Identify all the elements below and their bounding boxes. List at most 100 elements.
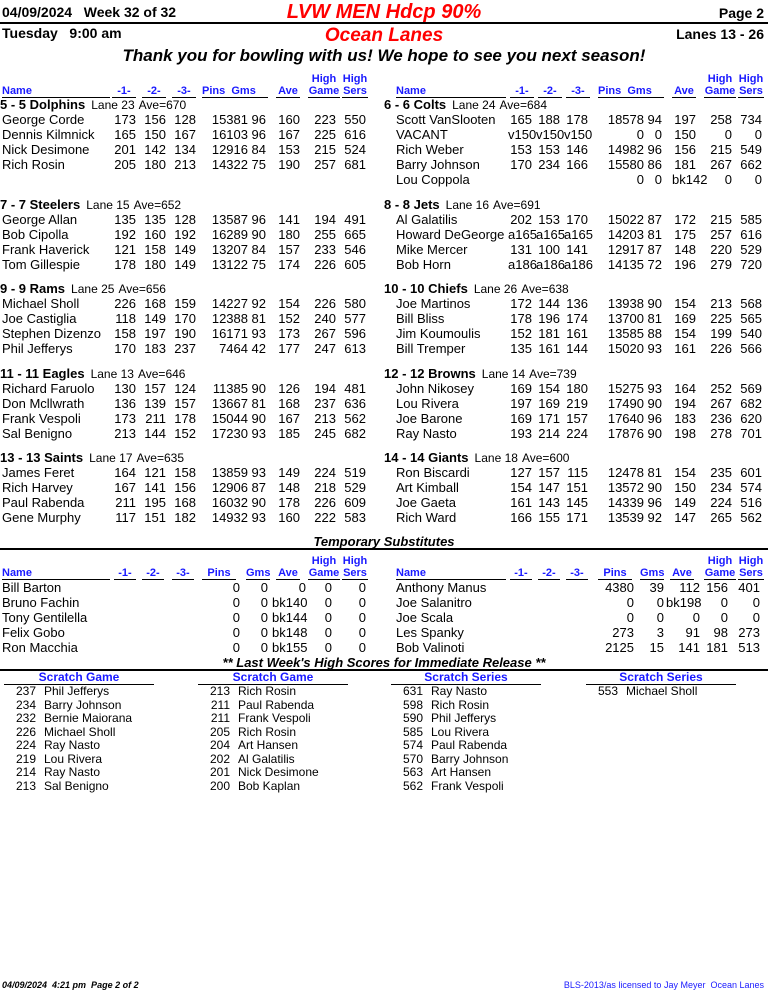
substitute-row: Bruno Fachin 0 0 bk140 0 0 [0,595,384,610]
player-game2: 197 [144,326,166,341]
column-headers-left: Name -1- -2- -3- Pins Gms Ave High Game H… [0,73,384,98]
high-score-entry: 585 Lou Rivera [387,725,577,740]
player-games: 93 [647,341,662,356]
player-game2: 171 [538,411,560,426]
player-high-series: 609 [344,495,366,510]
player-row: Rich Rosin 205 180 213 14322 75 190 257 681 [0,157,384,172]
player-games: 90 [251,227,266,242]
substitute-pins: 0 [232,625,240,640]
league-title: LVW MEN Hdcp 90% [286,1,482,23]
player-row: Bob Horn a186 a186 a186 14135 72 196 279 720 [384,257,768,272]
player-name: Bob Horn [396,257,451,272]
high-score-value: 631 [402,684,423,698]
player-high-game: 213 [314,411,336,426]
player-games: 90 [647,396,662,411]
substitutes-title: Temporary Substitutes [313,534,455,549]
high-score-value: 214 [15,765,36,779]
substitute-name: Bill Barton [2,580,62,595]
player-name: Bill Bliss [396,311,445,326]
player-high-game: 236 [710,411,732,426]
player-game1: 135 [114,212,136,227]
player-pins: 13122 [211,257,248,272]
player-name: VACANT [396,127,448,142]
player-average: bk142 [672,172,708,187]
player-game3: 136 [566,296,588,311]
player-high-series: 580 [344,296,366,311]
high-score-entry: 224 Ray Nasto [0,738,190,753]
substitute-high-game: 0 [324,580,332,595]
team-average: Ave=652 [133,198,182,212]
player-average: 153 [278,142,300,157]
substitute-average: bk155 [272,640,308,655]
player-game3: 115 [567,465,588,480]
team-average: Ave=635 [136,451,185,465]
player-average: 154 [674,465,696,480]
player-high-series: 577 [344,311,366,326]
player-pins: 12388 [211,311,248,326]
col-high-label: High [342,555,368,567]
player-high-game: 215 [314,142,336,157]
player-game3: 124 [174,381,196,396]
player-games: 42 [251,341,266,356]
player-average: 177 [278,341,300,356]
player-average: 196 [674,257,696,272]
substitute-high-series: 0 [358,625,366,640]
high-score-value: 200 [209,778,230,793]
player-high-game: 223 [314,112,336,127]
team-name: 8 - 8 Jets [384,197,440,212]
player-average: 172 [674,212,696,227]
player-name: Scott VanSlooten [396,112,496,127]
player-row: Mike Mercer 131 100 141 12917 87 148 220 529 [384,242,768,257]
player-high-game: 0 [724,127,732,142]
team-header: 11 - 11 Eagles Lane 13 Ave=646 [0,366,384,381]
player-game2: 121 [144,465,166,480]
player-average: 164 [674,381,696,396]
player-game1: 165 [114,127,136,142]
player-high-series: 568 [740,296,762,311]
player-games: 86 [647,157,662,172]
player-name: Lou Coppola [396,172,470,187]
substitute-average: 91 [685,625,700,640]
player-game3: 170 [566,212,588,227]
team-lane: Lane 23 [91,98,135,112]
high-score-value: 204 [209,738,230,752]
player-game2: 169 [538,396,560,411]
high-score-entry: 202 Al Galatilis [194,752,384,767]
player-row: Bill Bliss 178 196 174 13700 81 169 225 565 [384,311,768,326]
player-row: Ray Nasto 193 214 224 17876 90 198 278 701 [384,426,768,441]
high-score-entry: 631 Ray Nasto [387,684,577,699]
player-average: 169 [674,311,696,326]
player-average: 149 [674,495,696,510]
player-game3: 144 [566,341,588,356]
high-score-bowler: Frank Vespoli [431,778,504,793]
player-high-game: 194 [314,381,336,396]
substitute-row: Anthony Manus 4380 39 112 156 401 [384,580,768,595]
high-score-heading: Scratch Game [4,670,154,685]
player-name: Stephen Dizenzo [2,326,102,341]
substitute-pins: 0 [626,595,634,610]
player-game2: 151 [144,510,166,525]
player-average: 154 [674,296,696,311]
high-score-entry: 563 Art Hansen [387,765,577,780]
substitute-high-series: 513 [738,640,760,655]
player-high-series: 562 [344,411,366,426]
player-high-game: 194 [314,212,336,227]
team-block: 9 - 9 Rams Lane 25 Ave=656 Michael Sholl 226… [0,281,384,356]
player-high-game: 255 [314,227,336,242]
player-game1: 169 [510,381,532,396]
substitute-name: Les Spanky [396,625,464,640]
player-name: George Allan [2,212,78,227]
team-lane: Lane 15 [86,198,130,212]
player-games: 90 [251,381,266,396]
player-game2: 100 [538,242,560,257]
player-row: Joe Gaeta 161 143 145 14339 96 149 224 516 [384,495,768,510]
player-name: Phil Jefferys [2,341,73,356]
high-score-bowler: Frank Vespoli [238,711,311,725]
col-game2: -2- [142,567,164,580]
player-games: 96 [251,212,266,227]
substitute-high-game: 0 [324,625,332,640]
player-name: Rich Weber [396,142,464,157]
player-games: 92 [251,296,266,311]
player-game1: 158 [114,326,136,341]
player-games: 93 [251,510,266,525]
